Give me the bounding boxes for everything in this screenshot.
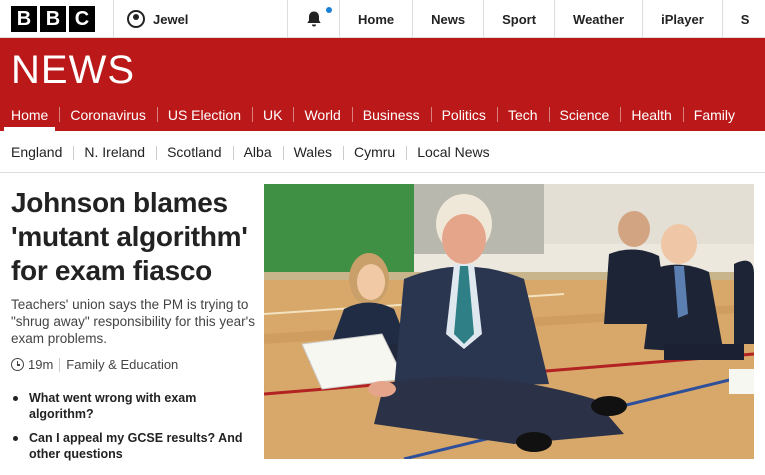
main-nav-uk[interactable]: UK — [252, 98, 293, 131]
top-nav-sport[interactable]: Sport — [483, 0, 554, 38]
story-meta: 19m Family & Education — [11, 357, 178, 372]
divider — [113, 0, 114, 38]
main-nav-coronavirus[interactable]: Coronavirus — [59, 98, 156, 131]
divider — [287, 0, 288, 38]
sub-nav-england[interactable]: England — [0, 144, 73, 160]
main-nav-business[interactable]: Business — [351, 98, 431, 131]
top-nav-more[interactable]: S — [721, 0, 765, 38]
related-link[interactable]: What went wrong with exam algorithm? — [13, 390, 253, 422]
related-link[interactable]: Can I appeal my GCSE results? And other … — [13, 430, 253, 462]
story-time: 19m — [28, 357, 54, 372]
top-nav: Home News Sport Weather iPlayer S — [339, 0, 765, 38]
main-nav-tech[interactable]: Tech — [496, 98, 549, 131]
sub-nav-wales[interactable]: Wales — [282, 144, 343, 160]
account-label: Jewel — [153, 11, 189, 27]
main-nav-family[interactable]: Family — [682, 98, 746, 131]
bell-icon[interactable] — [305, 10, 323, 28]
main-nav: Home Coronavirus US Election UK World Bu… — [0, 98, 746, 131]
sub-nav: England N. Ireland Scotland Alba Wales C… — [0, 131, 765, 173]
sub-nav-scotland[interactable]: Scotland — [156, 144, 232, 160]
story-summary: Teachers' union says the PM is trying to… — [11, 297, 256, 346]
main-nav-politics[interactable]: Politics — [430, 98, 497, 131]
sub-nav-alba[interactable]: Alba — [232, 144, 283, 160]
main-nav-home[interactable]: Home — [0, 98, 59, 131]
news-banner: NEWS Home Coronavirus US Election UK Wor… — [0, 38, 765, 131]
top-nav-home[interactable]: Home — [339, 0, 412, 38]
account-link[interactable]: Jewel — [127, 0, 188, 38]
sub-nav-local-news[interactable]: Local News — [406, 144, 500, 160]
top-nav-news[interactable]: News — [412, 0, 483, 38]
main-nav-world[interactable]: World — [293, 98, 351, 131]
story-section-link[interactable]: Family & Education — [66, 357, 178, 372]
divider — [59, 357, 61, 372]
story-headline[interactable]: Johnson blames 'mutant algorithm' for ex… — [11, 186, 251, 288]
top-nav-iplayer[interactable]: iPlayer — [642, 0, 722, 38]
notification-dot — [326, 7, 332, 13]
clock-icon — [11, 358, 24, 371]
masthead: B B C Jewel Home News Sport Weather iPla… — [0, 0, 765, 38]
news-title[interactable]: NEWS — [11, 48, 135, 93]
bbc-logo[interactable]: B B C — [11, 6, 95, 32]
user-icon — [127, 10, 145, 28]
story-image[interactable] — [264, 184, 754, 459]
top-nav-weather[interactable]: Weather — [554, 0, 642, 38]
main-nav-health[interactable]: Health — [620, 98, 682, 131]
logo-letter: B — [11, 6, 37, 32]
related-links: What went wrong with exam algorithm? Can… — [13, 390, 253, 470]
main-nav-us-election[interactable]: US Election — [156, 98, 252, 131]
sub-nav-cymru[interactable]: Cymru — [343, 144, 406, 160]
logo-letter: B — [40, 6, 66, 32]
sub-nav-n-ireland[interactable]: N. Ireland — [73, 144, 156, 160]
main-nav-science[interactable]: Science — [548, 98, 621, 131]
logo-letter: C — [69, 6, 95, 32]
